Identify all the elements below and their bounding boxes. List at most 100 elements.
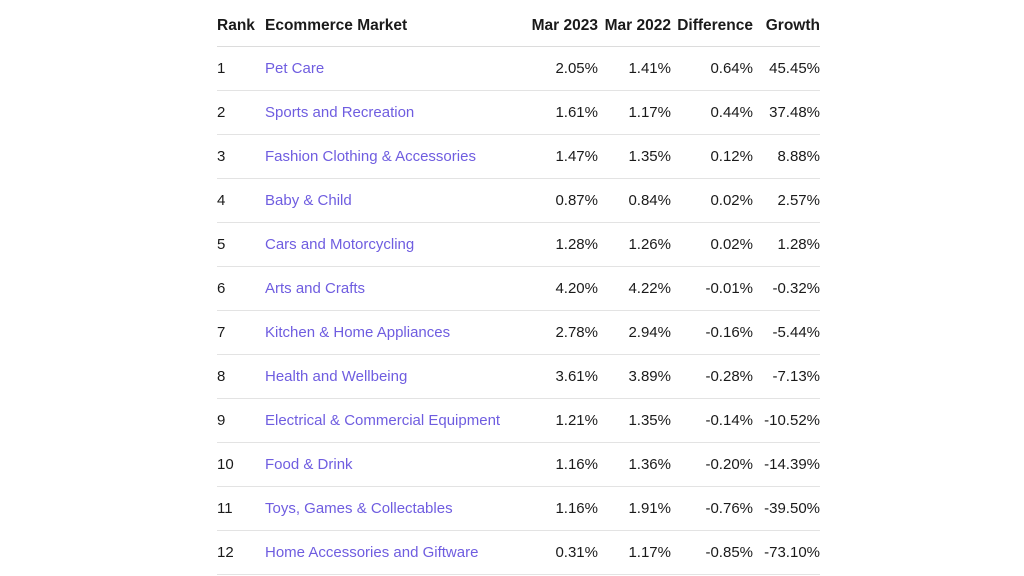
market-link[interactable]: Home Accessories and Giftware [265,544,478,561]
cell-mar-2023: 4.20% [525,266,598,311]
table-row: 12 Home Accessories and Giftware 0.31% 1.17… [217,530,820,575]
cell-difference: -0.28% [671,354,753,399]
cell-market: Toys, Games & Collectables [265,486,525,531]
cell-mar-2023: 1.61% [525,90,598,135]
cell-rank: 5 [217,222,265,267]
cell-growth: -5.44% [753,310,820,355]
cell-growth: -39.50% [753,486,820,531]
table-body: 1 Pet Care 2.05% 1.41% 0.64% 45.45% 2 Sports an… [217,46,820,575]
cell-rank: 10 [217,442,265,487]
cell-growth: 8.88% [753,134,820,179]
cell-mar-2023: 2.05% [525,46,598,91]
cell-market: Baby & Child [265,178,525,223]
column-header-mar-2022: Mar 2022 [598,17,671,47]
column-header-rank: Rank [217,17,265,47]
market-link[interactable]: Arts and Crafts [265,280,365,297]
cell-mar-2022: 3.89% [598,354,671,399]
cell-growth: 2.57% [753,178,820,223]
market-link[interactable]: Baby & Child [265,192,352,209]
cell-growth: -14.39% [753,442,820,487]
cell-market: Fashion Clothing & Accessories [265,134,525,179]
rank-table: Rank Ecommerce Market Mar 2023 Mar 2022 … [217,17,820,575]
market-link[interactable]: Sports and Recreation [265,104,414,121]
cell-rank: 4 [217,178,265,223]
cell-difference: 0.64% [671,46,753,91]
table-header: Rank Ecommerce Market Mar 2023 Mar 2022 … [217,17,820,47]
cell-difference: 0.02% [671,178,753,223]
cell-market: Cars and Motorcycling [265,222,525,267]
table-row: 6 Arts and Crafts 4.20% 4.22% -0.01% -0.32% [217,266,820,311]
cell-mar-2022: 1.91% [598,486,671,531]
cell-mar-2023: 0.31% [525,530,598,575]
cell-mar-2022: 1.17% [598,530,671,575]
cell-difference: -0.85% [671,530,753,575]
table-row: 8 Health and Wellbeing 3.61% 3.89% -0.28% -7.… [217,354,820,399]
table-row: 10 Food & Drink 1.16% 1.36% -0.20% -14.39% [217,442,820,487]
table-row: 9 Electrical & Commercial Equipment 1.21% 1… [217,398,820,443]
column-header-growth: Growth [753,17,820,47]
cell-mar-2023: 1.28% [525,222,598,267]
cell-mar-2023: 1.47% [525,134,598,179]
cell-mar-2022: 1.17% [598,90,671,135]
cell-mar-2022: 4.22% [598,266,671,311]
cell-mar-2022: 2.94% [598,310,671,355]
cell-rank: 12 [217,530,265,575]
market-link[interactable]: Kitchen & Home Appliances [265,324,450,341]
cell-mar-2023: 1.21% [525,398,598,443]
column-header-mar-2023: Mar 2023 [525,17,598,47]
cell-growth: 37.48% [753,90,820,135]
cell-rank: 9 [217,398,265,443]
cell-market: Health and Wellbeing [265,354,525,399]
cell-market: Food & Drink [265,442,525,487]
cell-difference: 0.44% [671,90,753,135]
cell-mar-2022: 0.84% [598,178,671,223]
table-row: 4 Baby & Child 0.87% 0.84% 0.02% 2.57% [217,178,820,223]
table-row: 11 Toys, Games & Collectables 1.16% 1.91% -0… [217,486,820,531]
cell-difference: -0.01% [671,266,753,311]
table-row: 2 Sports and Recreation 1.61% 1.17% 0.44% 37.… [217,90,820,135]
market-link[interactable]: Electrical & Commercial Equipment [265,412,500,429]
cell-rank: 8 [217,354,265,399]
cell-mar-2023: 2.78% [525,310,598,355]
cell-mar-2023: 3.61% [525,354,598,399]
cell-difference: 0.02% [671,222,753,267]
cell-difference: -0.16% [671,310,753,355]
market-link[interactable]: Fashion Clothing & Accessories [265,148,476,165]
cell-market: Pet Care [265,46,525,91]
cell-difference: 0.12% [671,134,753,179]
column-header-difference: Difference [671,17,753,47]
table-row: 5 Cars and Motorcycling 1.28% 1.26% 0.02% 1.2… [217,222,820,267]
cell-rank: 2 [217,90,265,135]
cell-market: Arts and Crafts [265,266,525,311]
cell-mar-2023: 1.16% [525,442,598,487]
cell-growth: 1.28% [753,222,820,267]
market-link[interactable]: Cars and Motorcycling [265,236,414,253]
cell-rank: 3 [217,134,265,179]
cell-mar-2023: 1.16% [525,486,598,531]
cell-mar-2022: 1.36% [598,442,671,487]
cell-growth: -73.10% [753,530,820,575]
cell-mar-2022: 1.35% [598,134,671,179]
cell-mar-2022: 1.35% [598,398,671,443]
cell-growth: 45.45% [753,46,820,91]
ecommerce-market-ranking-table: Rank Ecommerce Market Mar 2023 Mar 2022 … [217,17,820,575]
market-link[interactable]: Health and Wellbeing [265,368,407,385]
market-link[interactable]: Pet Care [265,60,324,77]
cell-growth: -0.32% [753,266,820,311]
cell-rank: 6 [217,266,265,311]
cell-growth: -10.52% [753,398,820,443]
cell-market: Sports and Recreation [265,90,525,135]
market-link[interactable]: Toys, Games & Collectables [265,500,453,517]
table-row: 1 Pet Care 2.05% 1.41% 0.64% 45.45% [217,46,820,91]
cell-difference: -0.20% [671,442,753,487]
cell-market: Kitchen & Home Appliances [265,310,525,355]
cell-market: Home Accessories and Giftware [265,530,525,575]
column-header-market: Ecommerce Market [265,17,525,47]
cell-rank: 11 [217,486,265,531]
cell-difference: -0.14% [671,398,753,443]
cell-mar-2022: 1.26% [598,222,671,267]
table-row: 3 Fashion Clothing & Accessories 1.47% 1.35… [217,134,820,179]
cell-rank: 7 [217,310,265,355]
table-row: 7 Kitchen & Home Appliances 2.78% 2.94% -0.1… [217,310,820,355]
market-link[interactable]: Food & Drink [265,456,353,473]
